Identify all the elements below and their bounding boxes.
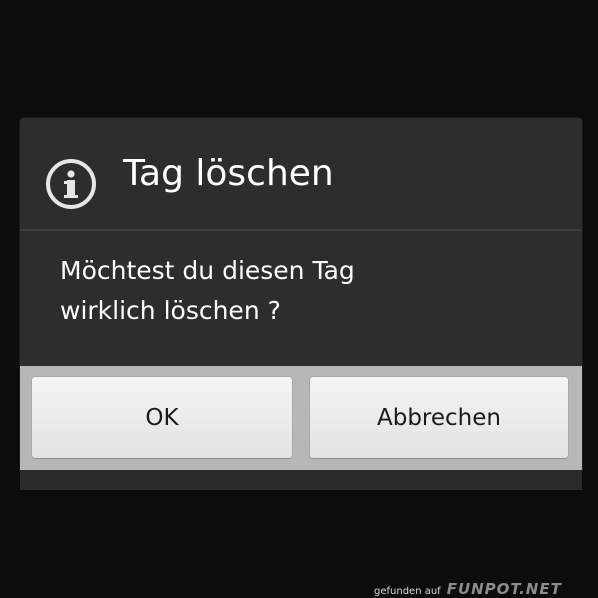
dialog-message: Möchtest du diesen Tag wirklich löschen …	[60, 251, 560, 331]
ok-button[interactable]: OK	[32, 377, 292, 458]
dialog-titlebar: Tag löschen	[20, 118, 582, 229]
dialog-title: Tag löschen	[123, 153, 334, 194]
watermark-prefix: gefunden auf	[374, 586, 441, 597]
info-icon	[46, 159, 96, 209]
alert-dialog: Tag löschen Möchtest du diesen Tag wirkl…	[20, 118, 582, 470]
dialog-button-bar: OK Abbrechen	[20, 366, 582, 470]
message-line-2: wirklich löschen ?	[60, 296, 281, 325]
screen: Tag löschen Möchtest du diesen Tag wirkl…	[0, 0, 598, 598]
watermark: gefunden auf FUNPOT.NET	[374, 580, 562, 598]
message-line-1: Möchtest du diesen Tag	[60, 256, 355, 285]
background-strip	[20, 470, 582, 490]
cancel-button[interactable]: Abbrechen	[310, 377, 568, 458]
title-divider	[20, 229, 582, 231]
watermark-brand: FUNPOT.NET	[446, 580, 562, 598]
